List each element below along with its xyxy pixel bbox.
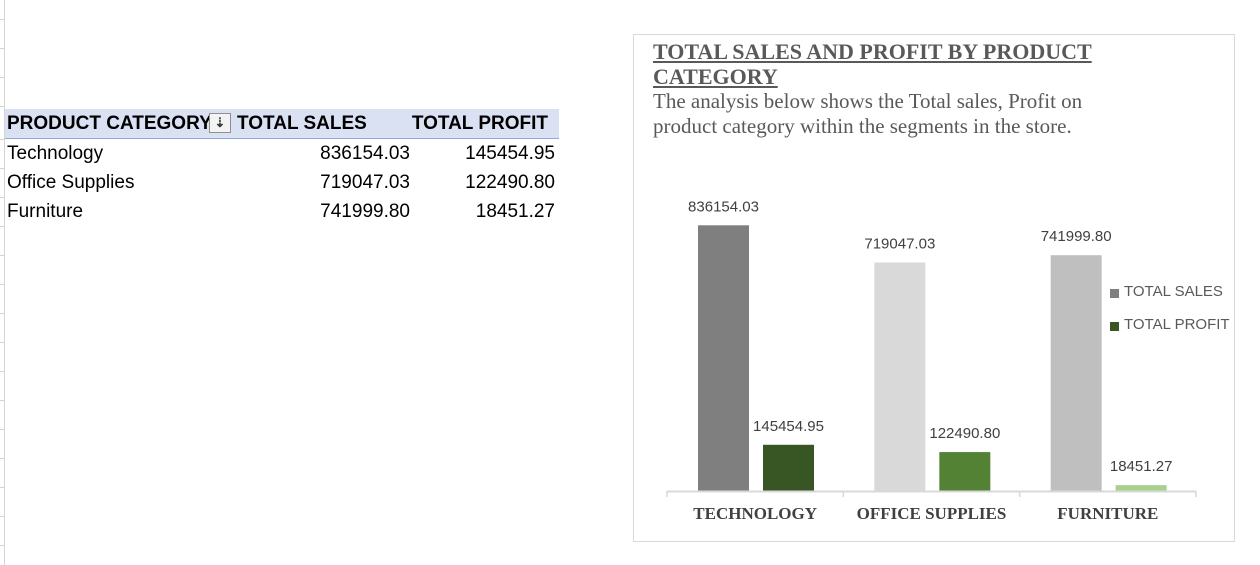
table-row: Technology 836154.03 145454.95 [5, 139, 559, 168]
data-label: 836154.03 [688, 198, 759, 215]
legend-swatch-total-sales [1110, 289, 1119, 298]
data-label: 719047.03 [864, 236, 935, 253]
cell-sales[interactable]: 836154.03 [320, 143, 410, 165]
row-gridline [0, 371, 5, 372]
cell-sales[interactable]: 719047.03 [320, 172, 410, 194]
bar-total-sales-office-supplies[interactable] [874, 262, 926, 491]
row-gridline [0, 516, 5, 517]
bar-total-profit-furniture[interactable] [1115, 485, 1167, 491]
bar-total-sales-technology[interactable] [698, 225, 749, 492]
header-product-category[interactable]: PRODUCT CATEGORY [7, 113, 212, 135]
row-gridline [0, 487, 5, 488]
data-label: 18451.27 [1110, 458, 1173, 475]
cell-category[interactable]: Technology [7, 143, 103, 165]
pivot-header-row: PRODUCT CATEGORY ⇣ TOTAL SALES TOTAL PRO… [5, 109, 559, 139]
header-total-profit[interactable]: TOTAL PROFIT [412, 113, 548, 135]
data-label: 741999.80 [1041, 228, 1112, 245]
row-gridline [0, 342, 5, 343]
cell-profit[interactable]: 145454.95 [465, 143, 555, 165]
row-gridline [0, 255, 5, 256]
cell-profit[interactable]: 122490.80 [465, 172, 555, 194]
chart-container[interactable]: TOTAL SALES AND PROFIT BY PRODUCT CATEGO… [633, 34, 1235, 542]
cell-sales[interactable]: 741999.80 [320, 201, 410, 223]
row-gridline [0, 139, 5, 140]
bar-total-sales-furniture[interactable] [1050, 255, 1102, 491]
data-label: 145454.95 [753, 418, 824, 435]
row-gridline [0, 226, 5, 227]
sort-filter-icon[interactable]: ⇣ [209, 113, 231, 133]
row-gridline [0, 197, 5, 198]
row-gridline [0, 458, 5, 459]
table-row: Office Supplies 719047.03 122490.80 [5, 168, 559, 197]
row-gridline [0, 77, 5, 78]
bar-total-profit-office-supplies[interactable] [939, 452, 991, 491]
cell-category[interactable]: Furniture [7, 201, 83, 223]
header-total-sales[interactable]: TOTAL SALES [237, 113, 367, 135]
legend-label-total-sales: TOTAL SALES [1124, 283, 1223, 300]
row-gridline [0, 313, 5, 314]
row-gridline [0, 106, 5, 107]
legend-swatch-total-profit [1110, 322, 1119, 331]
row-gridline [0, 168, 5, 169]
row-gridline [0, 284, 5, 285]
bar-total-profit-technology[interactable] [763, 444, 814, 491]
x-tick-label: OFFICE SUPPLIES [857, 504, 1007, 523]
x-tick-label: TECHNOLOGY [693, 504, 817, 523]
pivot-table: PRODUCT CATEGORY ⇣ TOTAL SALES TOTAL PRO… [5, 109, 559, 226]
x-tick-label: FURNITURE [1057, 504, 1158, 523]
row-gridline [0, 400, 5, 401]
row-gridline [0, 48, 5, 49]
data-label: 122490.80 [929, 425, 1000, 442]
row-gridline [0, 545, 5, 546]
row-gridline [0, 19, 5, 20]
cell-category[interactable]: Office Supplies [7, 172, 134, 194]
sheet-edge [4, 0, 5, 565]
legend-label-total-profit: TOTAL PROFIT [1124, 316, 1230, 333]
cell-profit[interactable]: 18451.27 [476, 201, 555, 223]
row-gridline [0, 429, 5, 430]
table-row: Furniture 741999.80 18451.27 [5, 197, 559, 226]
